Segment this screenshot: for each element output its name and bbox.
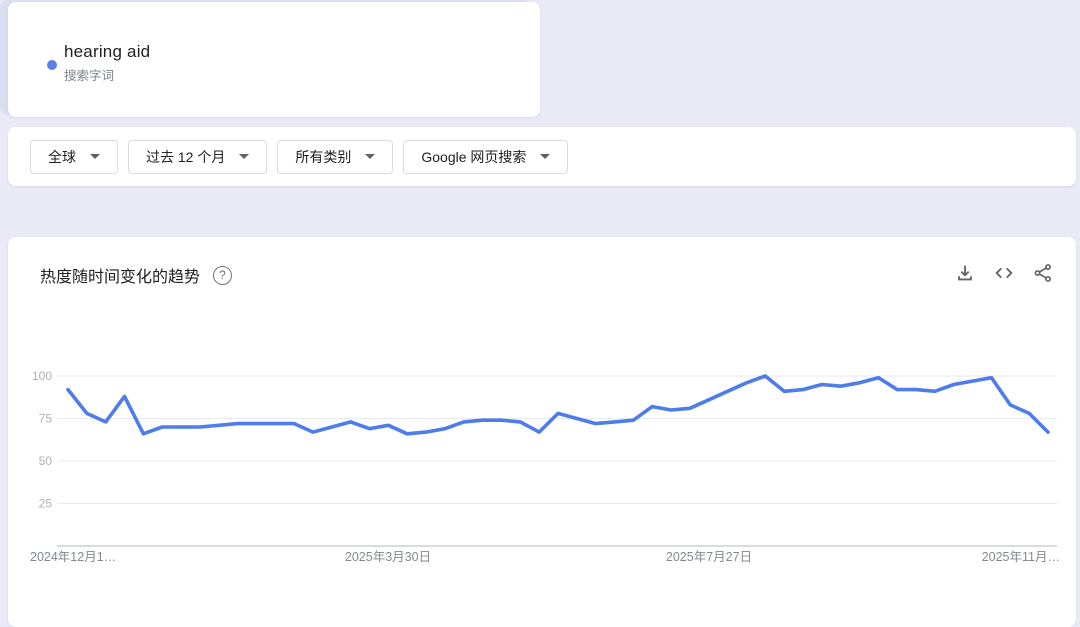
x-tick-label: 2025年3月30日 [345,550,431,564]
x-tick-label: 2025年11月… [982,550,1060,564]
term-title: hearing aid [64,42,150,62]
chevron-down-icon [90,154,100,159]
category-filter-dropdown[interactable]: 所有类别 [277,140,393,174]
time-filter-dropdown[interactable]: 过去 12 个月 [128,140,267,174]
trend-line [68,376,1048,434]
search-type-filter-label: Google 网页搜索 [421,147,526,167]
x-tick-label: 2024年12月1… [30,550,116,564]
y-tick-label: 50 [39,454,53,468]
chevron-down-icon [365,154,375,159]
term-subtitle: 搜索字词 [64,65,114,84]
trend-chart: 100 75 50 25 2024年12月1… 2025年3月30日 2025年… [8,237,1076,627]
x-tick-label: 2025年7月27日 [666,550,752,564]
interest-over-time-card: 热度随时间变化的趋势 ? [8,237,1076,627]
search-type-filter-dropdown[interactable]: Google 网页搜索 [403,140,568,174]
chevron-down-icon [239,154,249,159]
search-term-card[interactable]: hearing aid 搜索字词 [8,2,540,117]
term-color-dot-icon [47,60,57,70]
filter-bar: 全球 过去 12 个月 所有类别 Google 网页搜索 [8,127,1076,186]
y-tick-label: 25 [39,497,53,511]
time-filter-label: 过去 12 个月 [146,147,225,167]
chevron-down-icon [540,154,550,159]
geo-filter-label: 全球 [48,147,76,167]
y-tick-label: 75 [39,412,53,426]
geo-filter-dropdown[interactable]: 全球 [30,140,118,174]
category-filter-label: 所有类别 [295,147,351,167]
y-tick-label: 100 [32,369,52,383]
